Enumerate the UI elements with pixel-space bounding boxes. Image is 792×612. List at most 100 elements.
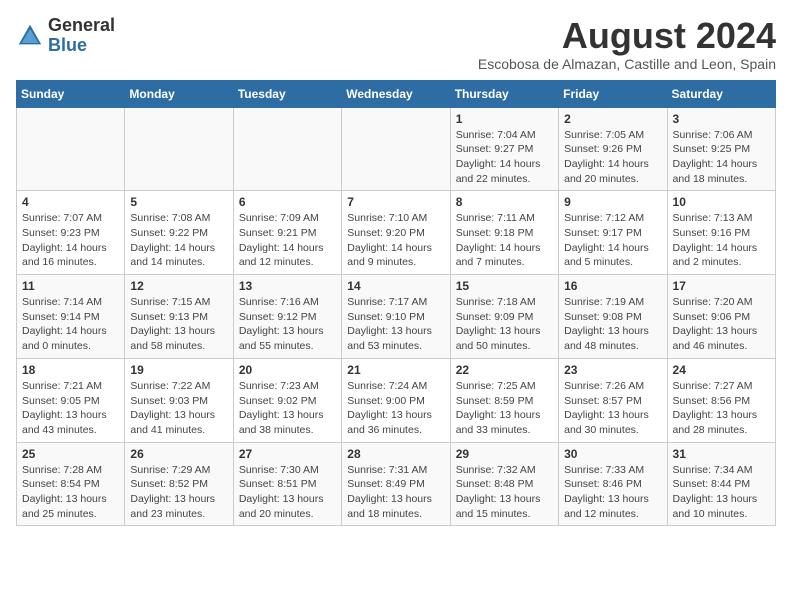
day-number: 10 [673, 195, 770, 209]
calendar-cell: 1 Sunrise: 7:04 AM Sunset: 9:27 PM Daylig… [450, 107, 558, 191]
calendar-cell: 14 Sunrise: 7:17 AM Sunset: 9:10 PM Dayli… [342, 275, 450, 359]
calendar-cell [233, 107, 341, 191]
day-info: Sunrise: 7:13 AM Sunset: 9:16 PM Dayligh… [673, 211, 770, 270]
calendar-cell: 3 Sunrise: 7:06 AM Sunset: 9:25 PM Daylig… [667, 107, 775, 191]
day-of-week-header: Sunday [17, 80, 125, 107]
page-header: General Blue August 2024 Escobosa de Alm… [16, 16, 776, 72]
calendar-cell: 27Sunrise: 7:30 AM Sunset: 8:51 PM Dayli… [233, 442, 341, 526]
day-of-week-header: Monday [125, 80, 233, 107]
day-info: Sunrise: 7:08 AM Sunset: 9:22 PM Dayligh… [130, 211, 227, 270]
day-number: 25 [22, 447, 119, 461]
day-info: Sunrise: 7:07 AM Sunset: 9:23 PM Dayligh… [22, 211, 119, 270]
day-of-week-header: Wednesday [342, 80, 450, 107]
day-number: 5 [130, 195, 227, 209]
day-number: 23 [564, 363, 661, 377]
day-info: Sunrise: 7:20 AM Sunset: 9:06 PM Dayligh… [673, 295, 770, 354]
calendar-cell: 20Sunrise: 7:23 AM Sunset: 9:02 PM Dayli… [233, 358, 341, 442]
calendar-cell: 26 Sunrise: 7:29 AM Sunset: 8:52 PM Dayli… [125, 442, 233, 526]
day-info: Sunrise: 7:27 AM Sunset: 8:56 PM Dayligh… [673, 379, 770, 438]
day-number: 24 [673, 363, 770, 377]
day-info: Sunrise: 7:06 AM Sunset: 9:25 PM Dayligh… [673, 128, 770, 187]
logo-general: General [48, 15, 115, 35]
day-info: Sunrise: 7:31 AM Sunset: 8:49 PM Dayligh… [347, 463, 444, 522]
day-number: 16 [564, 279, 661, 293]
day-info: Sunrise: 7:04 AM Sunset: 9:27 PM Dayligh… [456, 128, 553, 187]
day-info: Sunrise: 7:25 AM Sunset: 8:59 PM Dayligh… [456, 379, 553, 438]
calendar-week-row: 1 Sunrise: 7:04 AM Sunset: 9:27 PM Daylig… [17, 107, 776, 191]
day-info: Sunrise: 7:22 AM Sunset: 9:03 PM Dayligh… [130, 379, 227, 438]
calendar-week-row: 25 Sunrise: 7:28 AM Sunset: 8:54 PM Dayli… [17, 442, 776, 526]
calendar-cell: 30 Sunrise: 7:33 AM Sunset: 8:46 PM Dayli… [559, 442, 667, 526]
calendar-cell: 21Sunrise: 7:24 AM Sunset: 9:00 PM Dayli… [342, 358, 450, 442]
calendar-cell: 18 Sunrise: 7:21 AM Sunset: 9:05 PM Dayli… [17, 358, 125, 442]
day-number: 30 [564, 447, 661, 461]
day-number: 12 [130, 279, 227, 293]
calendar-cell: 24 Sunrise: 7:27 AM Sunset: 8:56 PM Dayli… [667, 358, 775, 442]
day-info: Sunrise: 7:23 AM Sunset: 9:02 PM Dayligh… [239, 379, 336, 438]
calendar-week-row: 4 Sunrise: 7:07 AM Sunset: 9:23 PM Daylig… [17, 191, 776, 275]
calendar-week-row: 11Sunrise: 7:14 AM Sunset: 9:14 PM Dayli… [17, 275, 776, 359]
calendar-cell: 19Sunrise: 7:22 AM Sunset: 9:03 PM Dayli… [125, 358, 233, 442]
day-info: Sunrise: 7:32 AM Sunset: 8:48 PM Dayligh… [456, 463, 553, 522]
calendar-cell: 4 Sunrise: 7:07 AM Sunset: 9:23 PM Daylig… [17, 191, 125, 275]
logo-icon [16, 22, 44, 50]
day-info: Sunrise: 7:19 AM Sunset: 9:08 PM Dayligh… [564, 295, 661, 354]
logo-blue: Blue [48, 35, 87, 55]
day-number: 14 [347, 279, 444, 293]
day-info: Sunrise: 7:30 AM Sunset: 8:51 PM Dayligh… [239, 463, 336, 522]
logo: General Blue [16, 16, 115, 56]
location: Escobosa de Almazan, Castille and Leon, … [478, 56, 776, 72]
day-number: 1 [456, 112, 553, 126]
day-of-week-header: Tuesday [233, 80, 341, 107]
calendar-cell [17, 107, 125, 191]
day-info: Sunrise: 7:34 AM Sunset: 8:44 PM Dayligh… [673, 463, 770, 522]
day-number: 29 [456, 447, 553, 461]
calendar-cell: 10 Sunrise: 7:13 AM Sunset: 9:16 PM Dayli… [667, 191, 775, 275]
day-of-week-header: Saturday [667, 80, 775, 107]
day-number: 26 [130, 447, 227, 461]
day-info: Sunrise: 7:17 AM Sunset: 9:10 PM Dayligh… [347, 295, 444, 354]
day-number: 3 [673, 112, 770, 126]
calendar-cell: 22 Sunrise: 7:25 AM Sunset: 8:59 PM Dayli… [450, 358, 558, 442]
day-info: Sunrise: 7:18 AM Sunset: 9:09 PM Dayligh… [456, 295, 553, 354]
day-number: 9 [564, 195, 661, 209]
day-info: Sunrise: 7:29 AM Sunset: 8:52 PM Dayligh… [130, 463, 227, 522]
calendar-cell: 13Sunrise: 7:16 AM Sunset: 9:12 PM Dayli… [233, 275, 341, 359]
calendar-cell: 17 Sunrise: 7:20 AM Sunset: 9:06 PM Dayli… [667, 275, 775, 359]
day-info: Sunrise: 7:09 AM Sunset: 9:21 PM Dayligh… [239, 211, 336, 270]
title-area: August 2024 Escobosa de Almazan, Castill… [478, 16, 776, 72]
day-number: 17 [673, 279, 770, 293]
day-info: Sunrise: 7:21 AM Sunset: 9:05 PM Dayligh… [22, 379, 119, 438]
day-info: Sunrise: 7:24 AM Sunset: 9:00 PM Dayligh… [347, 379, 444, 438]
calendar-cell: 9Sunrise: 7:12 AM Sunset: 9:17 PM Daylig… [559, 191, 667, 275]
day-info: Sunrise: 7:15 AM Sunset: 9:13 PM Dayligh… [130, 295, 227, 354]
calendar-cell [342, 107, 450, 191]
day-number: 22 [456, 363, 553, 377]
calendar-cell: 8Sunrise: 7:11 AM Sunset: 9:18 PM Daylig… [450, 191, 558, 275]
day-number: 31 [673, 447, 770, 461]
calendar-cell: 6 Sunrise: 7:09 AM Sunset: 9:21 PM Daylig… [233, 191, 341, 275]
calendar-cell: 7 Sunrise: 7:10 AM Sunset: 9:20 PM Daylig… [342, 191, 450, 275]
day-number: 11 [22, 279, 119, 293]
day-info: Sunrise: 7:05 AM Sunset: 9:26 PM Dayligh… [564, 128, 661, 187]
day-info: Sunrise: 7:16 AM Sunset: 9:12 PM Dayligh… [239, 295, 336, 354]
calendar-week-row: 18 Sunrise: 7:21 AM Sunset: 9:05 PM Dayli… [17, 358, 776, 442]
day-number: 7 [347, 195, 444, 209]
calendar-table: SundayMondayTuesdayWednesdayThursdayFrid… [16, 80, 776, 527]
day-of-week-header: Friday [559, 80, 667, 107]
day-info: Sunrise: 7:10 AM Sunset: 9:20 PM Dayligh… [347, 211, 444, 270]
days-of-week-row: SundayMondayTuesdayWednesdayThursdayFrid… [17, 80, 776, 107]
month-year: August 2024 [478, 16, 776, 56]
calendar-cell: 11Sunrise: 7:14 AM Sunset: 9:14 PM Dayli… [17, 275, 125, 359]
calendar-cell [125, 107, 233, 191]
day-number: 8 [456, 195, 553, 209]
day-number: 4 [22, 195, 119, 209]
calendar-cell: 29 Sunrise: 7:32 AM Sunset: 8:48 PM Dayli… [450, 442, 558, 526]
day-info: Sunrise: 7:28 AM Sunset: 8:54 PM Dayligh… [22, 463, 119, 522]
day-of-week-header: Thursday [450, 80, 558, 107]
day-number: 6 [239, 195, 336, 209]
day-info: Sunrise: 7:33 AM Sunset: 8:46 PM Dayligh… [564, 463, 661, 522]
day-number: 2 [564, 112, 661, 126]
day-info: Sunrise: 7:26 AM Sunset: 8:57 PM Dayligh… [564, 379, 661, 438]
day-number: 18 [22, 363, 119, 377]
